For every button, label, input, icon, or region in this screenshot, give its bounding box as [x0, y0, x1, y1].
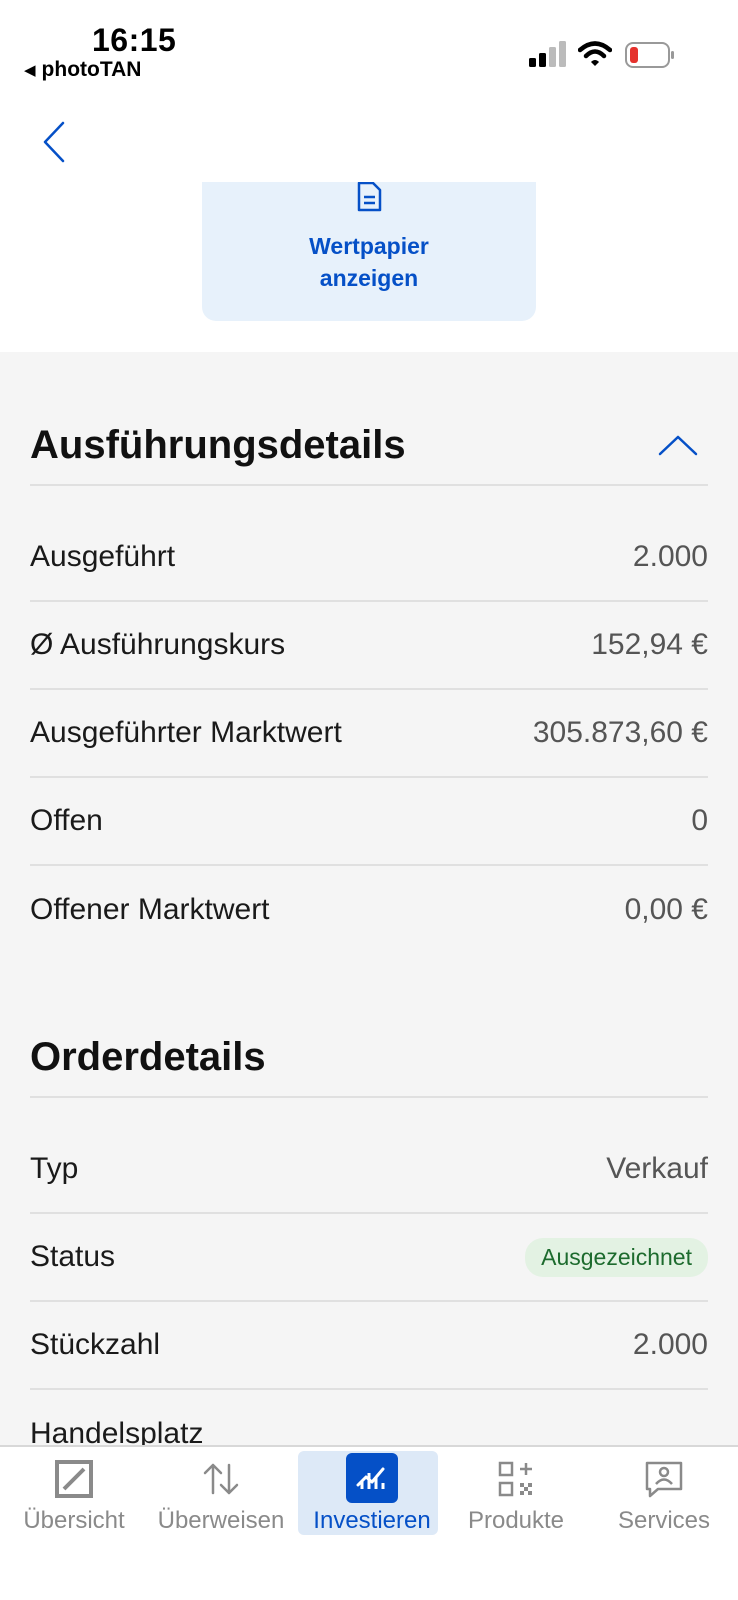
- show-security-label: Wertpapier anzeigen: [309, 233, 429, 291]
- status-time: 16:15: [92, 22, 177, 58]
- show-security-button[interactable]: Wertpapier anzeigen: [202, 182, 536, 321]
- row-value: 2.000: [632, 540, 708, 573]
- back-button[interactable]: [30, 112, 78, 172]
- transfer-arrows-icon: [201, 1459, 241, 1499]
- chart-icon: [346, 1453, 398, 1503]
- tab-bar: Übersicht Überweisen Investieren Produkt…: [0, 1445, 738, 1600]
- tab-label: Services: [617, 1507, 711, 1534]
- document-icon: [357, 182, 382, 212]
- tab-overview[interactable]: Übersicht: [0, 1447, 148, 1537]
- row-value: 0,00 €: [624, 893, 708, 926]
- detail-row-trading-venue: Handelsplatz: [30, 1390, 708, 1445]
- row-label: Offener Marktwert: [30, 893, 270, 926]
- wifi-icon: [578, 41, 612, 66]
- row-value: 0: [691, 804, 708, 837]
- products-grid-icon: [496, 1459, 536, 1499]
- execution-details-title: Ausführungsdetails: [30, 422, 406, 467]
- back-to-app-link[interactable]: ◀ photoTAN: [24, 58, 141, 82]
- detail-row-executed-market-value: Ausgeführter Marktwert 305.873,60 €: [30, 690, 708, 778]
- detail-row-avg-price: Ø Ausführungskurs 152,94 €: [30, 602, 708, 690]
- status-badge: Ausgezeichnet: [525, 1237, 708, 1277]
- collapse-button[interactable]: [648, 415, 708, 475]
- chat-person-icon: [644, 1459, 684, 1499]
- deutsche-bank-logo-icon: [54, 1459, 94, 1499]
- row-value: 2.000: [632, 1328, 708, 1361]
- execution-details-header[interactable]: Ausführungsdetails: [30, 406, 708, 486]
- detail-row-quantity: Stückzahl 2.000: [30, 1302, 708, 1390]
- row-label: Ausgeführt: [30, 540, 176, 573]
- row-label: Ø Ausführungskurs: [30, 628, 286, 661]
- chevron-left-icon: [43, 121, 65, 163]
- row-label: Status: [30, 1240, 116, 1273]
- detail-row-status: Status Ausgezeichnet: [30, 1214, 708, 1302]
- tab-transfer[interactable]: Überweisen: [147, 1447, 295, 1537]
- status-bar: 16:15 ◀ photoTAN: [0, 0, 738, 100]
- order-details-title: Orderdetails: [30, 1034, 266, 1079]
- tab-label: Überweisen: [157, 1507, 285, 1534]
- cellular-signal-icon: [529, 41, 566, 67]
- tab-invest[interactable]: Investieren: [298, 1447, 446, 1537]
- row-value: 305.873,60 €: [532, 716, 708, 749]
- back-app-label: photoTAN: [41, 58, 142, 81]
- row-label: Stückzahl: [30, 1328, 161, 1361]
- tab-products[interactable]: Produkte: [442, 1447, 590, 1537]
- row-value: Verkauf: [606, 1152, 708, 1185]
- detail-row-type: Typ Verkauf: [30, 1126, 708, 1214]
- row-label: Offen: [30, 804, 103, 837]
- tab-services[interactable]: Services: [590, 1447, 738, 1537]
- tab-label: Übersicht: [23, 1507, 125, 1534]
- tab-label: Produkte: [467, 1507, 565, 1534]
- row-value: 152,94 €: [591, 628, 708, 661]
- chevron-up-icon: [658, 435, 698, 456]
- detail-row-open-market-value: Offener Marktwert 0,00 €: [30, 866, 708, 954]
- row-label: Ausgeführter Marktwert: [30, 716, 342, 749]
- battery-icon: [625, 42, 674, 68]
- row-label: Handelsplatz: [30, 1417, 204, 1445]
- order-details-header: Orderdetails: [30, 1018, 708, 1098]
- detail-row-open: Offen 0: [30, 778, 708, 866]
- order-details-content[interactable]: Ausführungsdetails Ausgeführt 2.000 Ø Au…: [0, 352, 738, 1445]
- back-triangle-icon: ◀: [24, 62, 36, 79]
- top-actions-area: Wertpapier anzeigen: [0, 182, 738, 352]
- row-label: Typ: [30, 1152, 79, 1185]
- detail-row-executed: Ausgeführt 2.000: [30, 514, 708, 602]
- tab-label: Investieren: [313, 1507, 431, 1534]
